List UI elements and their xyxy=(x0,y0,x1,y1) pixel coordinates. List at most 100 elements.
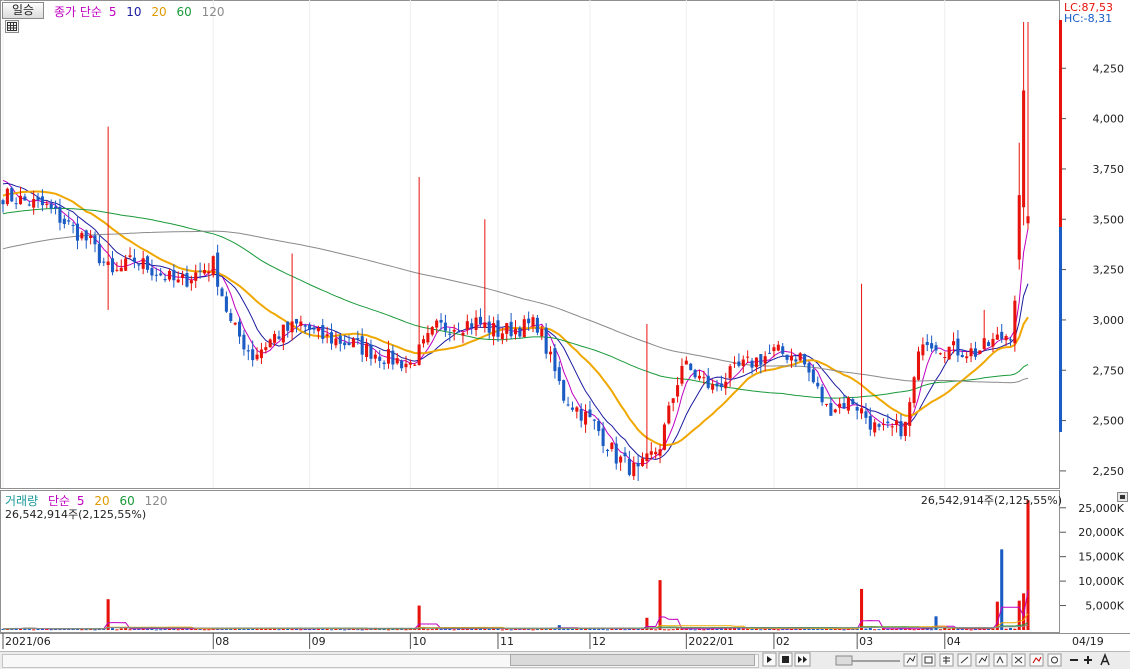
candle xyxy=(10,186,14,203)
candle xyxy=(689,362,693,371)
price-range-bar-down xyxy=(1059,227,1062,432)
volume-bar xyxy=(154,629,158,631)
volume-bar xyxy=(32,629,36,631)
volume-bar xyxy=(667,629,671,631)
volume-bar xyxy=(969,629,973,631)
x-tick-label: 02 xyxy=(776,635,790,648)
volume-bar xyxy=(417,605,421,630)
zoom-slider-icon[interactable] xyxy=(835,655,900,666)
volume-bar xyxy=(343,629,347,631)
volume-bar xyxy=(360,629,364,631)
candle xyxy=(947,346,951,360)
volume-bar xyxy=(605,629,610,631)
volume-bar xyxy=(176,629,180,631)
grid-icon[interactable] xyxy=(939,653,954,667)
volume-last-value-right: 26,542,914주(2,125,55%) xyxy=(920,494,1062,507)
period-button[interactable]: 일승 xyxy=(2,2,44,19)
font-size-icon[interactable] xyxy=(1100,652,1110,666)
price-y-tick-label: 3,500 xyxy=(1093,213,1125,226)
draw-tool-icon[interactable] xyxy=(957,653,972,667)
x-tick-label: 11 xyxy=(500,635,514,648)
trend-line-icon[interactable] xyxy=(975,653,990,667)
volume-bar xyxy=(487,628,491,630)
volume-bar xyxy=(737,628,741,630)
last-date-label: 04/19 xyxy=(1072,635,1104,648)
volume-bar xyxy=(947,628,951,630)
chart-type-icon[interactable] xyxy=(903,653,918,667)
indicator-icon[interactable] xyxy=(1029,653,1044,667)
volume-bar xyxy=(1026,500,1030,630)
x-axis: 2021/06 08 09 10 11 12 2022/01 02 03 04 xyxy=(0,633,1130,651)
volume-bar xyxy=(842,629,846,631)
volume-bar xyxy=(124,628,128,630)
volume-bar xyxy=(128,629,132,631)
price-range-bar-up xyxy=(1059,20,1062,227)
volume-bar xyxy=(80,629,84,631)
volume-collapse-button[interactable] xyxy=(1117,492,1128,502)
volume-bar xyxy=(430,629,434,631)
volume-bar xyxy=(623,629,627,631)
vol-y-tick-label: 20,000K xyxy=(1078,526,1124,539)
ma60-legend[interactable]: 60 xyxy=(177,5,192,19)
price-y-tick-label: 2,750 xyxy=(1093,364,1125,377)
vol-ma120-legend[interactable]: 120 xyxy=(145,494,168,508)
volume-bar xyxy=(658,580,662,630)
price-legend: 종가 단순 5 10 20 60 120 xyxy=(54,3,225,20)
volume-bar xyxy=(509,629,513,631)
volume-bar xyxy=(693,629,697,631)
stop-icon[interactable] xyxy=(778,652,793,667)
candle xyxy=(535,314,539,336)
hc-readout: HC:-8,31 xyxy=(1064,12,1113,25)
price-chart: 4,250 4,000 3,750 3,500 3,250 3,000 2,750 2,500… xyxy=(0,0,1130,490)
volume-bar xyxy=(202,629,207,631)
scroll-thumb[interactable] xyxy=(510,654,755,666)
volume-bar xyxy=(702,629,706,631)
bottom-toolbar xyxy=(0,651,1130,669)
volume-bar xyxy=(207,629,211,631)
volume-bar xyxy=(500,629,504,631)
volume-bar xyxy=(873,629,877,631)
zoom-in-icon[interactable] xyxy=(1084,656,1092,664)
settings-icon[interactable] xyxy=(1047,653,1062,667)
price-y-tick-label: 2,500 xyxy=(1093,415,1125,428)
window-icon[interactable] xyxy=(921,653,936,667)
volume-bar xyxy=(662,629,666,631)
volume-bar xyxy=(159,629,163,631)
volume-bar xyxy=(448,628,452,630)
candle xyxy=(912,375,916,408)
volume-bar xyxy=(1013,628,1017,630)
volume-bar xyxy=(676,628,680,630)
volume-bar xyxy=(110,628,115,630)
x-tick-label: 08 xyxy=(215,635,229,648)
volume-bar xyxy=(1004,628,1008,630)
volume-bar xyxy=(329,629,334,631)
ma120-legend[interactable]: 120 xyxy=(202,5,225,19)
ma20-legend[interactable]: 20 xyxy=(151,5,166,19)
ma-label: 종가 단순 xyxy=(54,5,102,19)
price-y-tick-label: 2,250 xyxy=(1093,465,1125,478)
volume-bar xyxy=(1008,627,1013,630)
scroll-next-icon[interactable] xyxy=(762,652,777,667)
candle xyxy=(798,351,802,362)
price-y-tick-label: 3,250 xyxy=(1093,264,1125,277)
candle xyxy=(562,379,566,404)
pattern-icon[interactable] xyxy=(1011,653,1026,667)
volume-last-value: 26,542,914주(2,125,55%) xyxy=(5,508,147,521)
x-tick-label: 12 xyxy=(592,635,606,648)
vol-y-tick-label: 10,000K xyxy=(1078,575,1124,588)
volume-bar xyxy=(452,629,456,631)
volume-bar xyxy=(119,628,123,630)
volume-bar xyxy=(654,629,658,631)
price-y-tick-label: 4,250 xyxy=(1093,62,1125,75)
ma10-legend[interactable]: 10 xyxy=(126,5,141,19)
scroll-end-icon[interactable] xyxy=(794,652,811,667)
x-tick-label: 09 xyxy=(312,635,326,648)
volume-bar xyxy=(404,629,408,631)
volume-bar xyxy=(671,629,675,631)
price-y-tick-label: 4,000 xyxy=(1093,113,1125,126)
compare-icon[interactable] xyxy=(993,653,1008,667)
grid-toggle-icon[interactable] xyxy=(5,20,19,33)
volume-bar xyxy=(741,628,745,630)
ma5-legend[interactable]: 5 xyxy=(109,5,117,19)
volume-bar xyxy=(36,628,40,630)
